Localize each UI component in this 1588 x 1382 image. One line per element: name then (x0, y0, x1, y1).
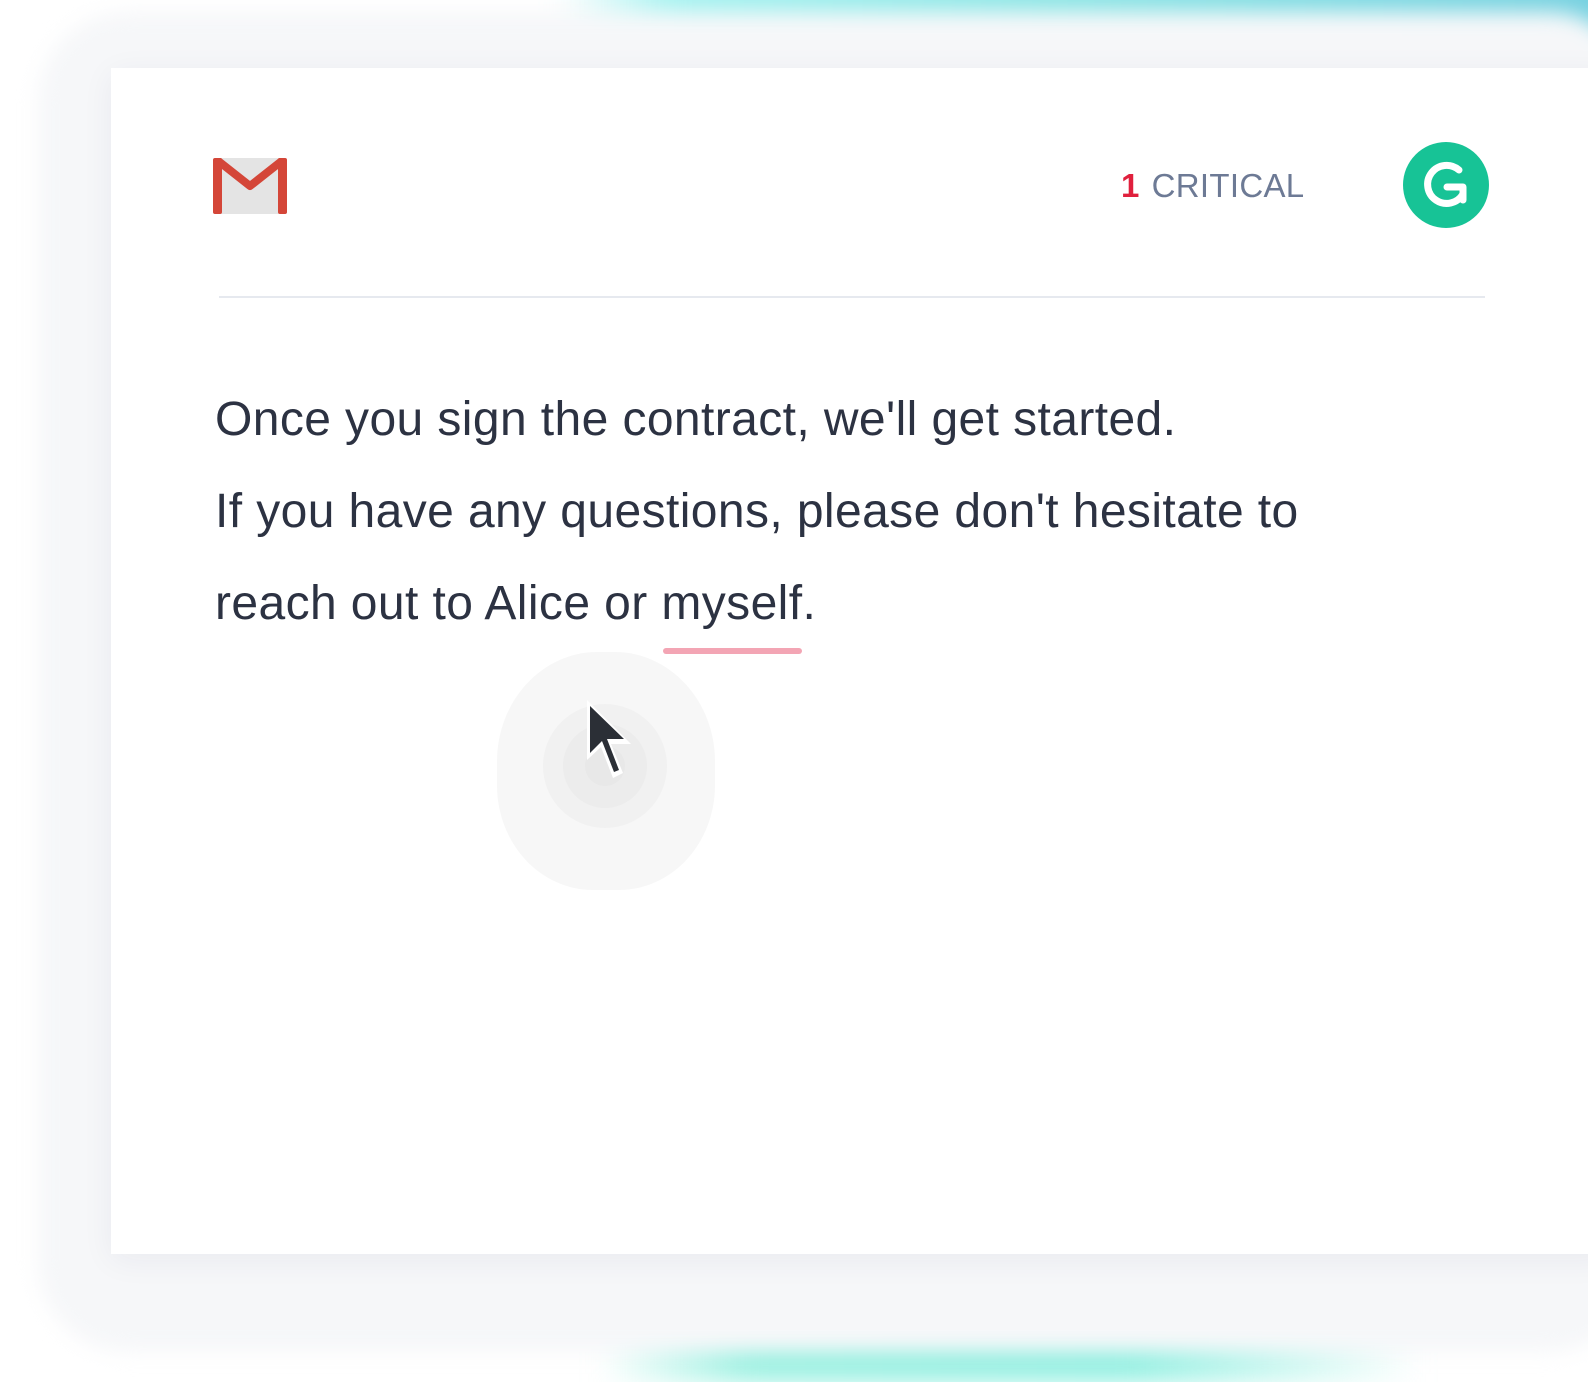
critical-count: 1 (1121, 167, 1140, 204)
critical-issues-counter[interactable]: 1 CRITICAL (1121, 166, 1304, 206)
email-compose-card: 1 CRITICAL Once you sign the contract, w… (111, 68, 1588, 1254)
mouse-pointer-icon (577, 694, 643, 784)
body-line-2: If you have any questions, please don't … (215, 485, 1299, 538)
grammarly-g-icon[interactable] (1403, 142, 1489, 228)
body-line-1: Once you sign the contract, we'll get st… (215, 393, 1177, 446)
gmail-icon (213, 156, 287, 214)
critical-label: CRITICAL (1151, 167, 1305, 204)
flagged-word[interactable]: myself (661, 558, 803, 654)
body-line-3: reach out to Alice or myself. (215, 558, 1515, 654)
body-line-3-suffix: . (802, 577, 817, 630)
body-line-3-prefix: reach out to Alice or (215, 577, 662, 630)
header-divider (219, 296, 1485, 298)
email-body-editor[interactable]: Once you sign the contract, we'll get st… (215, 374, 1515, 654)
